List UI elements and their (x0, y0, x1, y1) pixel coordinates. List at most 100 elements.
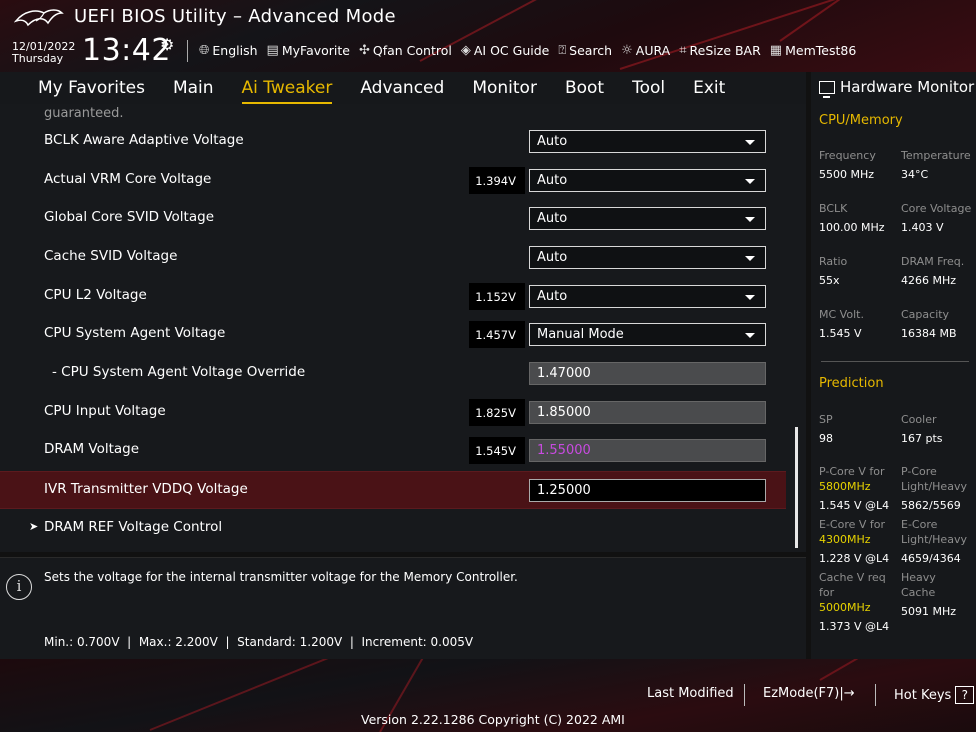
setting-row-cpu-input-voltage[interactable]: CPU Input Voltage 1.825V 1.85000 (0, 394, 786, 432)
help-panel: i Sets the voltage for the internal tran… (0, 557, 806, 659)
footer-divider (875, 684, 876, 706)
tab-monitor[interactable]: Monitor (458, 78, 551, 98)
setting-label: Actual VRM Core Voltage (44, 171, 212, 187)
cache-v-value: 1.373 V @L4 (819, 620, 890, 633)
actual-vrm-core-voltage-select[interactable]: Auto (529, 169, 766, 192)
pcore-light-heavy-value: 5862/5569 (901, 499, 961, 512)
ecore-v-value: 1.228 V @L4 (819, 552, 890, 565)
dram-voltage-input[interactable]: 1.55000 (529, 439, 766, 462)
capacity-label: Capacity (901, 308, 950, 321)
globe-icon: 🌐︎ (199, 42, 210, 58)
resize-bar-button[interactable]: ⌗ ReSize BAR (679, 43, 761, 58)
setting-row-cache-svid-voltage[interactable]: Cache SVID Voltage Auto (0, 239, 786, 277)
global-core-svid-voltage-select[interactable]: Auto (529, 207, 766, 230)
tab-ai-tweaker[interactable]: Ai Tweaker (228, 78, 347, 104)
main-nav: My Favorites Main Ai Tweaker Advanced Mo… (0, 72, 806, 104)
ivr-transmitter-vddq-voltage-input[interactable]: 1.25000 (529, 479, 766, 502)
dropdown-caret-icon (745, 333, 755, 338)
dropdown-caret-icon (745, 295, 755, 300)
partial-description-text: guaranteed. (44, 106, 124, 121)
last-modified-button[interactable]: Last Modified (647, 686, 734, 701)
cache-svid-voltage-select[interactable]: Auto (529, 246, 766, 269)
current-voltage-badge: 1.152V (469, 283, 525, 310)
cpu-l2-voltage-select[interactable]: Auto (529, 285, 766, 308)
setting-row-cpu-system-agent-voltage[interactable]: CPU System Agent Voltage 1.457V Manual M… (0, 316, 786, 354)
search-button[interactable]: ⍰ Search (558, 43, 612, 58)
select-value: Manual Mode (537, 327, 624, 342)
setting-row-global-core-svid-voltage[interactable]: Global Core SVID Voltage Auto (0, 200, 786, 238)
setting-row-cpu-l2-voltage[interactable]: CPU L2 Voltage 1.152V Auto (0, 278, 786, 316)
pcore-v-cell: P-Core V for 5800MHz 1.545 V @L4 (819, 464, 899, 513)
scrollbar[interactable] (795, 427, 798, 548)
setting-label: CPU L2 Voltage (44, 287, 147, 303)
qfan-control-button[interactable]: ✣ Qfan Control (359, 43, 452, 58)
select-value: Auto (537, 211, 568, 226)
dram-freq-cell: DRAM Freq. 4266 MHz (901, 254, 964, 288)
hot-keys-label: Hot Keys (894, 687, 952, 703)
tab-boot[interactable]: Boot (551, 78, 618, 98)
setting-row-bclk-aware-adaptive-voltage[interactable]: BCLK Aware Adaptive Voltage Auto (0, 123, 786, 161)
aura-icon: ☼ (621, 42, 633, 58)
ratio-value: 55x (819, 274, 840, 287)
favorite-icon: ▤ (266, 42, 279, 58)
cpu-input-voltage-input[interactable]: 1.85000 (529, 401, 766, 424)
hardware-monitor-title: Hardware Monitor (819, 78, 974, 98)
select-value: Auto (537, 289, 568, 304)
cpu-system-agent-voltage-select[interactable]: Manual Mode (529, 323, 766, 346)
setting-row-actual-vrm-core-voltage[interactable]: Actual VRM Core Voltage 1.394V Auto (0, 162, 786, 200)
tab-my-favorites[interactable]: My Favorites (24, 78, 159, 98)
temperature-cell: Temperature 34°C (901, 148, 971, 182)
section-divider (821, 361, 969, 362)
help-description: Sets the voltage for the internal transm… (44, 570, 518, 584)
tab-main[interactable]: Main (159, 78, 228, 98)
setting-label: Global Core SVID Voltage (44, 209, 215, 225)
setting-label: CPU Input Voltage (44, 403, 166, 419)
tab-exit[interactable]: Exit (679, 78, 739, 98)
pcore-v-label: P-Core V for (819, 465, 885, 478)
select-value: Auto (537, 134, 568, 149)
temperature-value: 34°C (901, 168, 929, 181)
gear-icon[interactable]: ⚙ (160, 35, 174, 54)
english-button[interactable]: 🌐︎ English (199, 43, 258, 58)
cpu-system-agent-voltage-override-input[interactable]: 1.47000 (529, 362, 766, 385)
select-value: Auto (537, 173, 568, 188)
setting-row-ivr-transmitter-vddq-voltage[interactable]: IVR Transmitter VDDQ Voltage 1.25000 (0, 471, 786, 509)
frequency-label: Frequency (819, 149, 876, 162)
sp-label: SP (819, 413, 833, 426)
dropdown-caret-icon (745, 217, 755, 222)
dropdown-caret-icon (745, 179, 755, 184)
pcore-light-heavy-label: P-Core Light/Heavy (901, 465, 967, 493)
frequency-value: 5500 MHz (819, 168, 875, 181)
aura-button[interactable]: ☼ AURA (621, 43, 670, 58)
dropdown-caret-icon (745, 140, 755, 145)
clock-display[interactable]: 13:42 (82, 33, 171, 68)
setting-row-dram-voltage[interactable]: DRAM Voltage 1.545V 1.55000 (0, 432, 786, 470)
mc-volt-label: MC Volt. (819, 308, 864, 321)
ai-oc-guide-button[interactable]: ◈ AI OC Guide (461, 43, 549, 58)
search-label: Search (569, 42, 613, 58)
tab-tool[interactable]: Tool (618, 78, 679, 98)
hardware-monitor-panel: Hardware Monitor CPU/Memory Frequency 55… (811, 72, 976, 659)
tab-advanced[interactable]: Advanced (346, 78, 458, 98)
cpu-memory-section-title: CPU/Memory (819, 113, 903, 128)
setting-label: Cache SVID Voltage (44, 248, 178, 264)
sp-value: 98 (819, 432, 833, 445)
rog-logo-icon (14, 9, 64, 27)
submenu-dram-ref-voltage-control[interactable]: ➤ DRAM REF Voltage Control (0, 510, 786, 548)
select-value: Auto (537, 250, 568, 265)
myfavorite-button[interactable]: ▤ MyFavorite (267, 43, 350, 58)
memtest-icon: ▦ (769, 42, 783, 58)
ezmode-button[interactable]: EzMode(F7)|→ (763, 686, 855, 701)
bclk-aware-adaptive-voltage-select[interactable]: Auto (529, 130, 766, 153)
setting-label: DRAM REF Voltage Control (44, 519, 223, 535)
voltage-limits: Min.: 0.700V | Max.: 2.200V | Standard: … (44, 635, 474, 649)
hot-keys-button[interactable]: Hot Keys ? (894, 686, 975, 704)
app-title: UEFI BIOS Utility – Advanced Mode (74, 6, 396, 27)
resize-bar-icon: ⌗ (679, 42, 687, 58)
resize-bar-label: ReSize BAR (689, 42, 761, 58)
setting-row-cpu-system-agent-voltage-override[interactable]: - CPU System Agent Voltage Override 1.47… (0, 355, 786, 393)
capacity-cell: Capacity 16384 MB (901, 307, 957, 341)
frequency-cell: Frequency 5500 MHz (819, 148, 876, 182)
memtest86-button[interactable]: ▦ MemTest86 (770, 43, 856, 58)
cache-v-cell: Cache V req for 5000MHz 1.373 V @L4 (819, 570, 901, 634)
